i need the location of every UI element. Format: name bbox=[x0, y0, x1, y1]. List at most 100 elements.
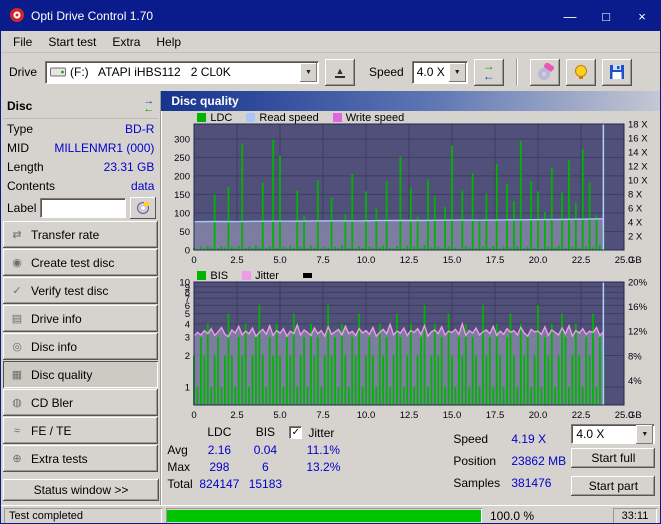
svg-text:GB: GB bbox=[628, 410, 642, 421]
menu-start-test[interactable]: Start test bbox=[40, 33, 104, 51]
svg-text:15.0: 15.0 bbox=[443, 255, 462, 266]
close-button[interactable]: × bbox=[624, 1, 660, 31]
rescan-disc-icon[interactable]: → ← bbox=[143, 95, 154, 114]
svg-text:0: 0 bbox=[192, 410, 197, 421]
total-bis-value: 15183 bbox=[248, 477, 283, 491]
avg-bis-value: 0.04 bbox=[253, 443, 278, 457]
label-label: Label bbox=[7, 201, 37, 215]
disc-mid-value: MILLENMR1 (000) bbox=[54, 140, 155, 155]
total-ldc-value: 824147 bbox=[199, 477, 240, 491]
svg-text:50: 50 bbox=[180, 227, 191, 238]
maximize-button[interactable]: □ bbox=[588, 1, 624, 31]
chevron-down-icon[interactable]: ▼ bbox=[636, 424, 654, 444]
svg-text:10 X: 10 X bbox=[628, 176, 648, 187]
speed-stat-value: 4.19 X bbox=[511, 432, 547, 446]
eject-button[interactable]: ▲ bbox=[325, 58, 356, 86]
svg-text:0: 0 bbox=[192, 255, 197, 266]
sidebar-item-create-test-disc[interactable]: ◉ Create test disc bbox=[3, 249, 159, 276]
svg-text:20.0: 20.0 bbox=[529, 410, 548, 421]
legend-bottom: BIS Jitter bbox=[161, 269, 660, 282]
create-test-disc-icon: ◉ bbox=[12, 257, 22, 269]
svg-text:16%: 16% bbox=[628, 302, 648, 313]
test-speed-select-value: 4.0 X bbox=[576, 427, 605, 441]
svg-text:200: 200 bbox=[175, 171, 191, 182]
save-button[interactable] bbox=[601, 58, 632, 86]
status-text: Test completed bbox=[4, 508, 162, 524]
max-row-label: Max bbox=[167, 460, 191, 474]
sidebar-item-fe-te[interactable]: ≈ FE / TE bbox=[3, 417, 159, 444]
sidebar-item-disc-quality[interactable]: ▦ Disc quality bbox=[3, 361, 159, 388]
svg-text:8%: 8% bbox=[628, 351, 642, 362]
legend-jitter: Jitter bbox=[255, 269, 279, 282]
panel-title: Disc quality bbox=[161, 91, 660, 111]
content: Disc → ← Type BD-R MID MILLENMR1 (000) L… bbox=[1, 91, 660, 505]
sidebar: Disc → ← Type BD-R MID MILLENMR1 (000) L… bbox=[1, 91, 160, 505]
test-speed-select[interactable]: 4.0 X ▼ bbox=[571, 424, 656, 444]
label-row: Label bbox=[3, 195, 158, 221]
legend-top: LDC Read speed Write speed bbox=[161, 111, 660, 124]
elapsed-time: 33:11 bbox=[613, 508, 657, 524]
status-window-button[interactable]: Status window >> bbox=[3, 479, 159, 501]
read-speed-swatch-icon bbox=[246, 113, 256, 122]
disc-label-button[interactable] bbox=[130, 197, 157, 219]
refresh-speeds-button[interactable]: → ← bbox=[473, 58, 504, 86]
sidebar-item-verify-test-disc[interactable]: ✓ Verify test disc bbox=[3, 277, 159, 304]
sidebar-item-drive-info[interactable]: ▤ Drive info bbox=[3, 305, 159, 332]
speed-select[interactable]: 4.0 X ▼ bbox=[411, 60, 468, 84]
svg-text:6 X: 6 X bbox=[628, 204, 643, 215]
disc-contents-value[interactable]: data bbox=[131, 179, 154, 193]
start-full-button[interactable]: Start full bbox=[571, 448, 656, 468]
menu-file[interactable]: File bbox=[5, 33, 40, 51]
bis-jitter-chart: 1098765432120%16%12%8%4%0 2.5 5.0 7.5 10.0 12… bbox=[180, 278, 648, 422]
stats-panel: LDC BIS Avg 2.16 0.04 Max 298 6 Total 82… bbox=[161, 424, 660, 505]
svg-text:1: 1 bbox=[185, 383, 190, 394]
progress-bar bbox=[166, 508, 482, 524]
svg-text:22.5: 22.5 bbox=[572, 410, 591, 421]
lamp-button[interactable] bbox=[565, 58, 596, 86]
menu-help[interactable]: Help bbox=[148, 33, 189, 51]
ldc-speed-chart: 300 250 200 150 100 50 0 18 X 16 X 14 X 12 X 10 X 8 … bbox=[175, 120, 649, 267]
sidebar-item-cd-bler[interactable]: ◍ CD Bler bbox=[3, 389, 159, 416]
svg-text:15.0: 15.0 bbox=[443, 410, 462, 421]
legend-write-speed: Write speed bbox=[345, 111, 405, 124]
svg-text:100: 100 bbox=[175, 208, 191, 219]
svg-text:18 X: 18 X bbox=[628, 120, 648, 131]
chevron-down-icon[interactable]: ▼ bbox=[448, 62, 466, 82]
svg-text:12 X: 12 X bbox=[628, 162, 648, 173]
window-title: Opti Drive Control 1.70 bbox=[31, 9, 154, 23]
titlebar: Opti Drive Control 1.70 — □ × bbox=[1, 1, 660, 31]
save-icon bbox=[608, 63, 626, 81]
disc-header: Disc → ← bbox=[3, 93, 159, 119]
label-input[interactable] bbox=[40, 198, 127, 218]
statusbar: Test completed 100.0 % 33:11 bbox=[1, 505, 660, 524]
svg-text:17.5: 17.5 bbox=[486, 410, 505, 421]
svg-text:2.5: 2.5 bbox=[231, 255, 244, 266]
minimize-button[interactable]: — bbox=[552, 1, 588, 31]
ldc-column-header: LDC bbox=[207, 425, 232, 439]
fe-te-icon: ≈ bbox=[13, 424, 21, 437]
svg-text:16 X: 16 X bbox=[628, 134, 648, 145]
disc-info-icon: ◎ bbox=[12, 341, 22, 353]
svg-text:10.0: 10.0 bbox=[357, 255, 376, 266]
svg-text:3: 3 bbox=[185, 332, 190, 343]
lamp-icon bbox=[572, 63, 590, 81]
write-speed-swatch-icon bbox=[332, 113, 342, 122]
menu-extra[interactable]: Extra bbox=[104, 33, 148, 51]
samples-stat-value: 381476 bbox=[511, 476, 552, 490]
svg-text:4: 4 bbox=[185, 319, 190, 330]
chevron-down-icon[interactable]: ▼ bbox=[300, 62, 318, 82]
erase-disc-button[interactable] bbox=[529, 58, 560, 86]
disc-type-label: Type bbox=[7, 121, 34, 136]
disc-header-title: Disc bbox=[7, 98, 33, 113]
erase-disc-icon bbox=[536, 63, 554, 81]
svg-text:12.5: 12.5 bbox=[400, 255, 419, 266]
legend-bis: BIS bbox=[210, 269, 229, 282]
drive-select[interactable]: (F:) ATAPI iHBS112 2 CL0K ▼ bbox=[45, 60, 320, 84]
svg-text:4%: 4% bbox=[628, 376, 642, 387]
jitter-checkbox[interactable]: ✓ bbox=[289, 426, 303, 439]
sidebar-item-transfer-rate[interactable]: ⇄ Transfer rate bbox=[3, 221, 159, 248]
start-part-button[interactable]: Start part bbox=[571, 476, 656, 496]
max-bis-value: 6 bbox=[262, 460, 269, 474]
sidebar-item-disc-info[interactable]: ◎ Disc info bbox=[3, 333, 159, 360]
sidebar-item-extra-tests[interactable]: ⊕ Extra tests bbox=[3, 445, 159, 472]
